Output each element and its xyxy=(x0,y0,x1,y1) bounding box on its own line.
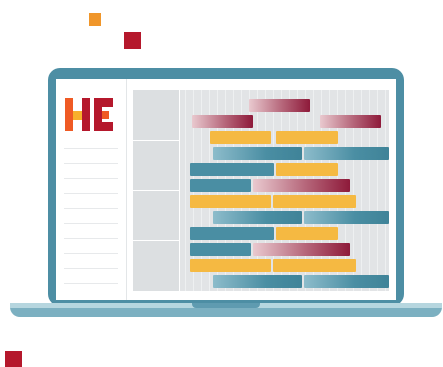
gantt-bar xyxy=(192,115,253,128)
sidebar-divider xyxy=(64,208,118,209)
laptop-screen xyxy=(56,79,396,300)
gantt-row-separator xyxy=(133,190,179,191)
sidebar-dot xyxy=(66,184,69,187)
laptop-notch xyxy=(192,303,260,308)
gantt-bar xyxy=(276,163,338,176)
gantt-bar xyxy=(304,275,389,288)
gantt-bar xyxy=(190,243,251,256)
gantt-bar xyxy=(190,163,274,176)
gantt-bar xyxy=(273,259,356,272)
sidebar-divider xyxy=(64,268,118,269)
gantt-bar xyxy=(304,211,389,224)
orange-square xyxy=(89,13,101,26)
gantt-bar xyxy=(276,131,338,144)
gantt-row-separator xyxy=(133,140,179,141)
sidebar-divider xyxy=(64,238,118,239)
gantt-bar xyxy=(276,227,338,240)
gantt-bar xyxy=(253,243,350,256)
sidebar-divider xyxy=(64,253,118,254)
gantt-bar xyxy=(190,179,251,192)
gantt-bar xyxy=(190,195,271,208)
gantt-bar xyxy=(249,99,310,112)
gantt-chart xyxy=(133,90,389,291)
sidebar-divider xyxy=(64,163,118,164)
gantt-bar xyxy=(320,115,381,128)
gantt-bar xyxy=(213,147,302,160)
gantt-bar xyxy=(304,147,389,160)
sidebar-divider xyxy=(64,283,118,284)
sidebar-divider xyxy=(64,148,118,149)
gantt-bar xyxy=(190,259,271,272)
gantt-grid-line xyxy=(185,90,186,291)
gantt-row-separator xyxy=(133,240,179,241)
gantt-bar xyxy=(273,195,356,208)
gantt-bar xyxy=(253,179,350,192)
gantt-bar xyxy=(190,227,274,240)
red-square-bottom xyxy=(5,351,22,367)
gantt-bar xyxy=(210,131,271,144)
sidebar-divider xyxy=(64,178,118,179)
gantt-bar xyxy=(213,211,302,224)
hc-logo-icon xyxy=(65,98,113,131)
gantt-bar xyxy=(213,275,302,288)
gantt-grid-line xyxy=(385,90,386,291)
sidebar-divider xyxy=(64,223,118,224)
red-square-top xyxy=(124,32,141,49)
sidebar-divider xyxy=(64,193,118,194)
sidebar xyxy=(56,79,127,300)
